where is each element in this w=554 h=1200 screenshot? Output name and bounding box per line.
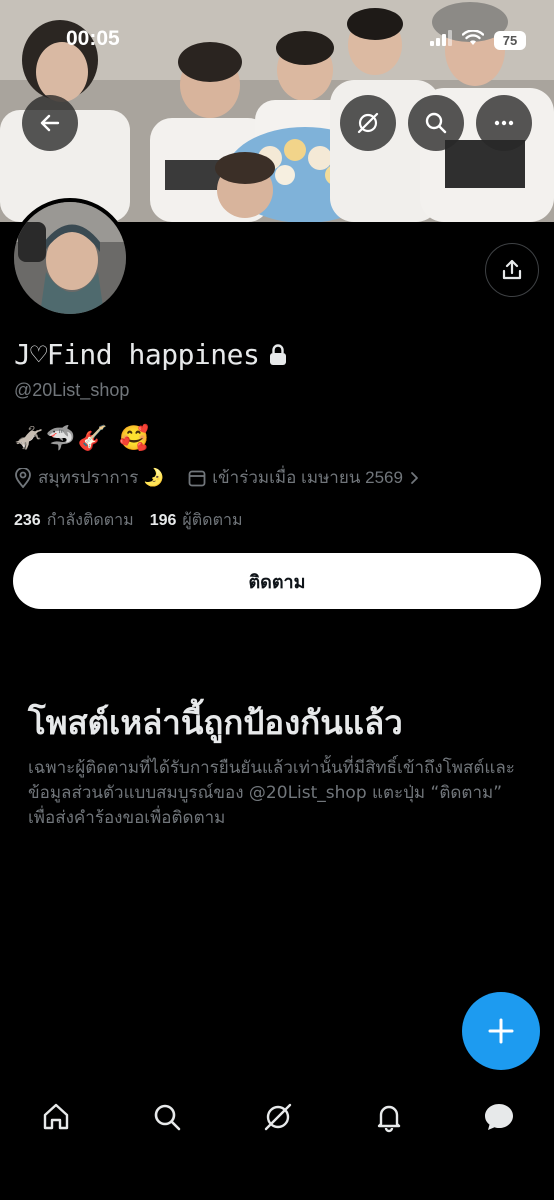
status-time: 00:05: [66, 27, 120, 50]
follow-button[interactable]: ติดตาม: [13, 553, 541, 609]
joined-text: เข้าร่วมเมื่อ เมษายน 2569: [212, 468, 403, 487]
search-button[interactable]: [408, 95, 464, 151]
avatar[interactable]: [10, 198, 130, 318]
search-icon: [154, 1104, 181, 1131]
status-indicators: 75: [430, 29, 526, 50]
signal-icon: [430, 30, 452, 50]
wifi-icon: [461, 29, 485, 50]
grok-icon: [264, 1103, 292, 1131]
display-name: J♡Find happines: [14, 338, 260, 371]
nav-grok[interactable]: [261, 1100, 295, 1134]
protected-title: โพสต์เหล่านี้ถูกป้องกันแล้ว: [28, 703, 403, 742]
lock-icon: [270, 343, 287, 365]
name-row: J♡Find happines: [14, 338, 287, 371]
joined-date[interactable]: เข้าร่วมเมื่อ เมษายน 2569: [188, 464, 419, 491]
calendar-icon: [188, 470, 206, 486]
nav-messages[interactable]: [482, 1100, 516, 1134]
handle: @20List_shop: [14, 380, 130, 400]
grok-button[interactable]: [340, 95, 396, 151]
nav-home[interactable]: [39, 1100, 73, 1134]
chevron-right-icon: [411, 471, 418, 484]
nav-notifications[interactable]: [372, 1100, 406, 1134]
plus-icon: [488, 1018, 514, 1044]
compose-button[interactable]: [462, 992, 540, 1070]
battery-indicator: 75: [494, 30, 526, 50]
bell-icon: [377, 1105, 401, 1133]
more-options-button[interactable]: [476, 95, 532, 151]
arrow-left-icon: [40, 114, 60, 132]
share-button[interactable]: [485, 243, 539, 297]
profile-meta: สมุทรปราการ 🌛 เข้าร่วมเมื่อ เมษายน 2569: [14, 464, 419, 491]
home-icon: [43, 1103, 69, 1130]
following-link[interactable]: 236 กำลังติดตาม: [14, 508, 134, 533]
bottom-nav: [0, 1082, 554, 1152]
grok-icon: [357, 112, 379, 134]
search-icon: [425, 112, 447, 134]
share-icon: [502, 259, 522, 280]
followers-count: 196: [149, 512, 177, 529]
followers-label: ผู้ติดตาม: [182, 512, 243, 529]
following-count: 236: [14, 512, 41, 529]
following-label: กำลังติดตาม: [46, 512, 134, 529]
bio: 🫏🦈🎸 🥰: [14, 424, 152, 452]
back-button[interactable]: [22, 95, 78, 151]
avatar-photo: [14, 202, 126, 314]
nav-search[interactable]: [150, 1100, 184, 1134]
location-pin-icon: [15, 467, 31, 488]
protected-body: เฉพาะผู้ติดตามที่ได้รับการยืนยันแล้วเท่า…: [28, 758, 515, 828]
location: สมุทรปราการ 🌛: [14, 464, 164, 491]
status-bar: 00:05 75: [0, 0, 554, 80]
follow-counts: 236 กำลังติดตาม 196 ผู้ติดตาม: [14, 508, 242, 533]
location-text: สมุทรปราการ 🌛: [38, 468, 165, 487]
messages-icon: [485, 1104, 513, 1130]
more-icon: [494, 120, 514, 126]
followers-link[interactable]: 196 ผู้ติดตาม: [150, 508, 243, 533]
